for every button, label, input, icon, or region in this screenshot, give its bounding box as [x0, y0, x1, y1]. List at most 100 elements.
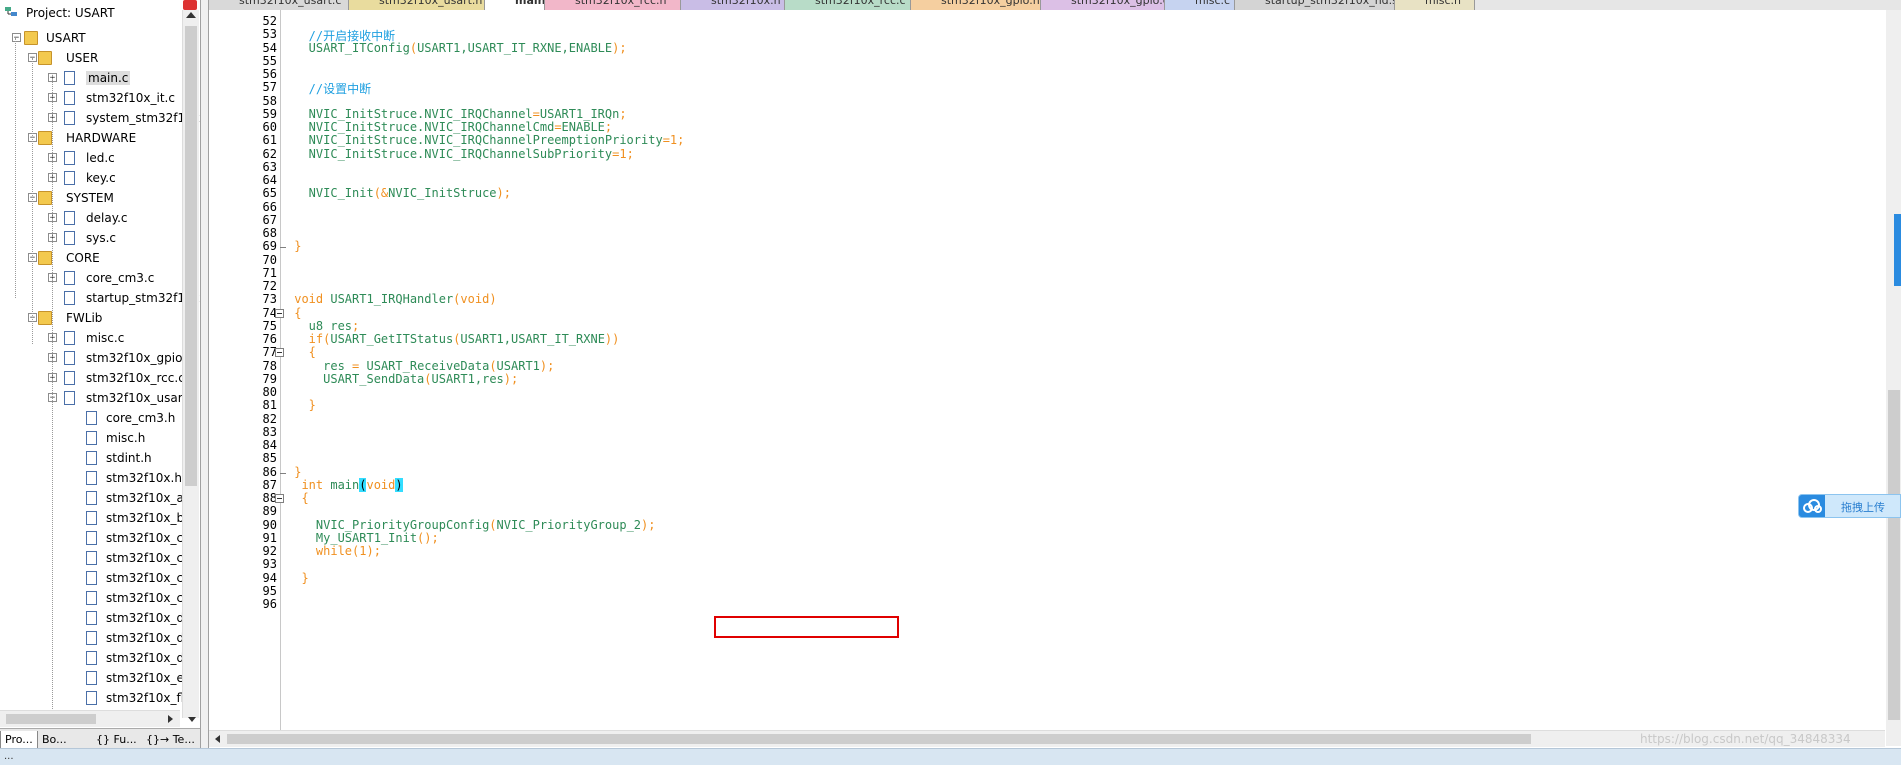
- code-line[interactable]: void USART1_IRQHandler(void): [287, 292, 496, 307]
- code-line[interactable]: NVIC_InitStruce.NVIC_IRQChannelPreemptio…: [287, 133, 685, 147]
- tree-folder[interactable]: − CORE: [0, 248, 182, 268]
- tree-file[interactable]: + core_cm3.c: [0, 268, 182, 288]
- tree-file[interactable]: + stm32f10x_it.c: [0, 88, 182, 108]
- tab-functions[interactable]: {} Fu...: [92, 731, 140, 748]
- file-tab[interactable]: stm32f10x_usart.h: [349, 0, 485, 10]
- code-editor[interactable]: stm32f10x_usart.cstm32f10x_usart.hmain.c…: [208, 0, 1901, 748]
- tree-file[interactable]: stm32f10x_bkp: [0, 508, 199, 528]
- tree-file[interactable]: stm32f10x_cec: [0, 548, 197, 568]
- editor-vertical-scrollbar[interactable]: [1886, 10, 1901, 746]
- code-line[interactable]: {: [287, 345, 316, 359]
- scrollbar-thumb[interactable]: [185, 26, 197, 486]
- code-line[interactable]: //设置中断: [287, 80, 371, 97]
- tree-file[interactable]: + sys.c: [0, 228, 182, 248]
- tree-file[interactable]: stm32f10x_flas: [0, 688, 198, 708]
- tab-project[interactable]: Pro...: [0, 731, 38, 748]
- close-icon[interactable]: [183, 0, 197, 10]
- code-line[interactable]: res = USART_ReceiveData(USART1);: [287, 359, 554, 373]
- file-icon: [64, 331, 75, 345]
- tree-file[interactable]: startup_stm32f10x: [0, 288, 200, 308]
- tree-file[interactable]: + misc.c: [0, 328, 182, 348]
- tree-file[interactable]: core_cm3.h: [0, 408, 182, 428]
- tree-file[interactable]: + stm32f10x_gpio.c: [0, 348, 193, 368]
- scroll-right-icon[interactable]: [168, 715, 173, 723]
- tree-file[interactable]: + delay.c: [0, 208, 182, 228]
- file-tab[interactable]: stm32f10x_gpio.h: [911, 0, 1041, 10]
- tab-templates[interactable]: {}→ Te...: [142, 731, 196, 748]
- file-tab[interactable]: main.c: [485, 0, 545, 10]
- tab-books[interactable]: Bo...: [38, 731, 86, 748]
- tree-file[interactable]: stm32f10x_dm: [0, 648, 196, 668]
- scrollbar-thumb[interactable]: [227, 734, 1531, 744]
- code-line[interactable]: if(USART_GetITStatus(USART1,USART_IT_RXN…: [287, 332, 620, 346]
- scroll-down-icon[interactable]: [188, 717, 196, 722]
- tree-file[interactable]: stm32f10x_dbc: [0, 628, 198, 648]
- fold-toggle-icon[interactable]: [275, 494, 284, 503]
- tree-file[interactable]: stm32f10x_dac: [0, 608, 198, 628]
- code-line[interactable]: USART_ITConfig(USART1,USART_IT_RXNE,ENAB…: [287, 41, 627, 55]
- tree-file[interactable]: + main.c: [0, 68, 182, 88]
- code-line[interactable]: u8 res;: [287, 319, 360, 333]
- code-line[interactable]: {: [287, 306, 301, 320]
- fold-toggle-icon[interactable]: [275, 348, 284, 358]
- tree-file[interactable]: stm32f10x_con: [0, 568, 198, 588]
- tree-file[interactable]: + stm32f10x_rcc.c: [0, 368, 185, 388]
- code-line[interactable]: NVIC_Init(&NVIC_InitStruce);: [287, 186, 511, 200]
- file-tab[interactable]: misc.h: [1395, 0, 1475, 10]
- tree-file[interactable]: + system_stm32f10x: [0, 108, 200, 128]
- tree-file[interactable]: misc.h: [0, 428, 182, 448]
- tree-file[interactable]: stm32f10x_ext: [0, 668, 196, 688]
- editor-horizontal-scrollbar[interactable]: [209, 730, 1885, 747]
- tree-folder[interactable]: − SYSTEM: [0, 188, 182, 208]
- code-line[interactable]: int main(void): [287, 477, 403, 492]
- drag-upload-button[interactable]: 拖拽上传: [1798, 494, 1901, 518]
- tree-file[interactable]: + key.c: [0, 168, 182, 188]
- file-tab[interactable]: stm32f10x_gpio.c: [1041, 0, 1165, 10]
- scroll-left-icon[interactable]: [215, 735, 220, 743]
- collapse-icon[interactable]: −: [12, 33, 21, 43]
- file-tab[interactable]: startup_stm32f10x_hd.s: [1235, 0, 1395, 10]
- code-line[interactable]: while(1);: [287, 544, 381, 558]
- code-line[interactable]: NVIC_InitStruce.NVIC_IRQChannelCmd=ENABL…: [287, 120, 612, 134]
- code-line[interactable]: My_USART1_Init();: [287, 531, 439, 545]
- code-line[interactable]: }: [287, 398, 316, 412]
- tree-file[interactable]: stdint.h: [0, 448, 182, 468]
- code-token: void: [460, 292, 490, 307]
- tree-file[interactable]: stm32f10x.h: [0, 468, 182, 488]
- code-line[interactable]: }: [287, 571, 308, 585]
- code-line[interactable]: NVIC_PriorityGroupConfig(NVIC_PriorityGr…: [287, 518, 656, 532]
- file-tab[interactable]: stm32f10x_usart.c: [209, 0, 349, 10]
- code-token: =: [554, 120, 562, 134]
- file-tab[interactable]: stm32f10x.h: [681, 0, 785, 10]
- fold-toggle-icon[interactable]: [275, 308, 284, 318]
- code-line[interactable]: NVIC_InitStruce.NVIC_IRQChannelSubPriori…: [287, 147, 634, 161]
- file-tab[interactable]: stm32f10x_rcc.h: [545, 0, 681, 10]
- scrollbar-thumb[interactable]: [6, 714, 96, 724]
- line-number: 91: [262, 530, 277, 545]
- code-line[interactable]: NVIC_InitStruce.NVIC_IRQChannel=USART1_I…: [287, 107, 627, 121]
- tree-folder[interactable]: − USER: [0, 48, 182, 68]
- project-vertical-scrollbar[interactable]: [182, 10, 199, 718]
- tree-file[interactable]: − stm32f10x_usart.c: [0, 388, 198, 408]
- tree-target[interactable]: − USART: [0, 28, 182, 48]
- code-line[interactable]: USART_SendData(USART1,res);: [287, 372, 518, 386]
- project-horizontal-scrollbar[interactable]: [0, 710, 196, 727]
- side-widget-edge[interactable]: [1894, 214, 1901, 286]
- tree-file[interactable]: + led.c: [0, 148, 182, 168]
- code-line[interactable]: {: [287, 491, 308, 505]
- tree-file[interactable]: stm32f10x_adc: [0, 488, 198, 508]
- tree-file[interactable]: stm32f10x_crc: [0, 588, 194, 608]
- tree-folder[interactable]: − HARDWARE: [0, 128, 182, 148]
- code-token: main: [323, 477, 360, 492]
- tree-item-label: misc.h: [106, 431, 146, 445]
- scroll-up-icon[interactable]: [186, 12, 196, 18]
- tree-file[interactable]: stm32f10x_can: [0, 528, 198, 548]
- code-line[interactable]: }: [287, 465, 301, 479]
- line-number: 60: [262, 120, 277, 134]
- code-token: USART1_IRQn: [539, 106, 620, 121]
- file-tab[interactable]: stm32f10x_rcc.c: [785, 0, 911, 10]
- code-line[interactable]: }: [287, 239, 301, 253]
- tree-folder[interactable]: − FWLib: [0, 308, 182, 328]
- scrollbar-thumb[interactable]: [1888, 390, 1900, 720]
- file-tab[interactable]: misc.c: [1165, 0, 1235, 10]
